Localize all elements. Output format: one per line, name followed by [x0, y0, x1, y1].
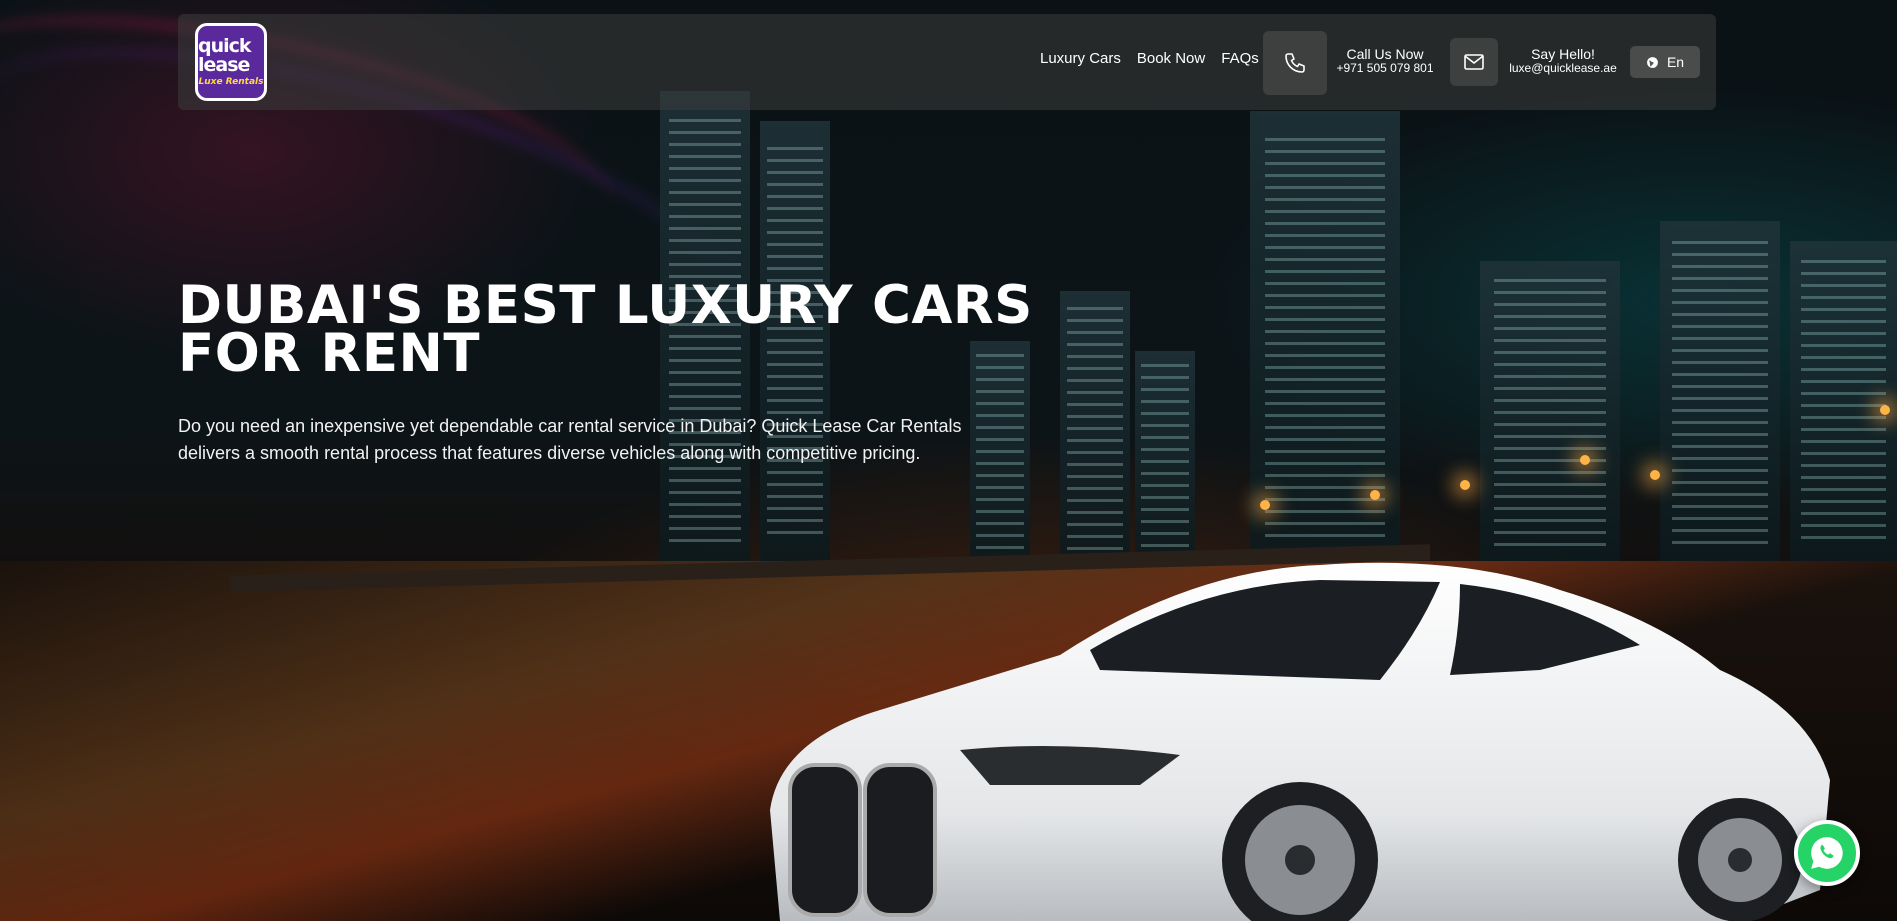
email-contact[interactable]: Say Hello! luxe@quicklease.ae [1501, 46, 1625, 76]
logo-tagline: Luxe Rentals [198, 77, 264, 87]
main-nav: Luxury Cars Book Now FAQs [1040, 50, 1259, 67]
whatsapp-icon [1811, 837, 1843, 869]
phone-button[interactable] [1263, 31, 1327, 95]
mail-icon [1464, 54, 1484, 70]
email-address: luxe@quicklease.ae [1509, 61, 1617, 76]
street-lamp [1460, 480, 1470, 490]
street-lamp [1580, 455, 1590, 465]
street-lamp [1260, 500, 1270, 510]
whatsapp-button[interactable] [1794, 820, 1860, 886]
nav-link-luxury-cars[interactable]: Luxury Cars [1040, 50, 1121, 67]
language-switcher[interactable]: En [1630, 46, 1700, 78]
nav-link-book-now[interactable]: Book Now [1137, 50, 1205, 67]
headline-line-2: FOR RENT [178, 323, 481, 384]
luxury-car-image [770, 562, 1830, 921]
call-contact[interactable]: Call Us Now +971 505 079 801 [1335, 46, 1435, 76]
hero-headline: DUBAI'S BEST LUXURY CARS FOR RENT [178, 279, 1178, 380]
building [1660, 221, 1780, 561]
building [1135, 351, 1195, 561]
email-title: Say Hello! [1531, 46, 1595, 62]
top-navbar: quick lease Luxe Rentals Luxury Cars Boo… [178, 14, 1716, 110]
globe-icon [1647, 56, 1658, 68]
street-lamp [1880, 405, 1890, 415]
call-title: Call Us Now [1346, 46, 1424, 62]
building [1790, 241, 1897, 561]
language-label: En [1666, 54, 1685, 70]
street-lamp [1650, 470, 1660, 480]
nav-link-faqs[interactable]: FAQs [1221, 50, 1259, 67]
brand-logo[interactable]: quick lease Luxe Rentals [195, 23, 267, 101]
logo-wordmark: quick lease [198, 35, 252, 76]
hero-description: Do you need an inexpensive yet dependabl… [178, 416, 962, 463]
building [1480, 261, 1620, 561]
street-lamp [1370, 490, 1380, 500]
call-number: +971 505 079 801 [1336, 61, 1434, 76]
email-button[interactable] [1450, 38, 1498, 86]
phone-icon [1285, 53, 1305, 73]
